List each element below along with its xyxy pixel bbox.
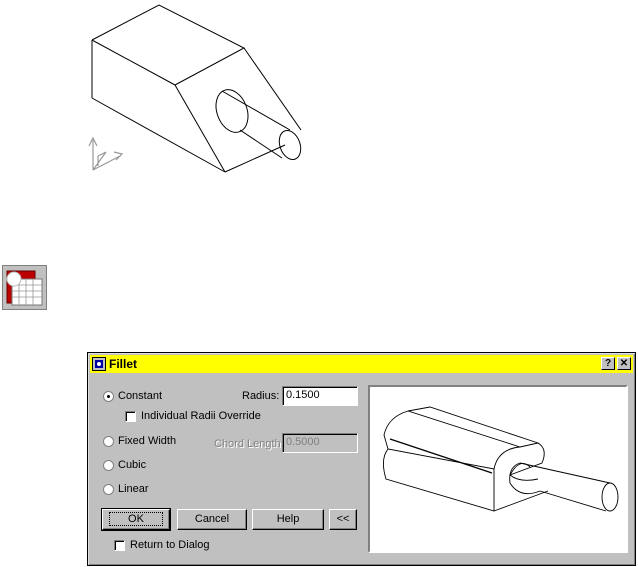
fixed-width-label: Fixed Width xyxy=(118,435,177,447)
fillet-tool-icon[interactable] xyxy=(2,265,47,310)
linear-radio[interactable] xyxy=(103,484,114,495)
ucs-axis-icon xyxy=(88,136,124,171)
cubic-radio[interactable] xyxy=(103,460,114,471)
cancel-button[interactable]: Cancel xyxy=(177,509,247,530)
ok-button-label: OK xyxy=(109,512,163,526)
app-icon xyxy=(92,357,106,371)
individual-radii-label: Individual Radii Override xyxy=(141,410,261,422)
chord-length-input: 0.5000 xyxy=(282,433,358,453)
ok-button[interactable]: OK xyxy=(101,508,171,531)
dialog-title-bar: Fillet ? ✕ xyxy=(90,355,633,373)
close-icon[interactable]: ✕ xyxy=(617,357,631,370)
dialog-title: Fillet xyxy=(109,357,138,371)
collapse-button[interactable]: << xyxy=(329,509,357,530)
linear-label: Linear xyxy=(118,483,149,495)
fillet-dialog: Fillet ? ✕ Constant Radius: 0.1500 Indiv… xyxy=(87,352,636,566)
help-icon[interactable]: ? xyxy=(601,357,615,370)
fixed-width-radio[interactable] xyxy=(103,436,114,447)
individual-radii-checkbox[interactable] xyxy=(125,411,136,422)
fillet-preview-drawing xyxy=(383,406,619,512)
fillet-preview xyxy=(368,385,628,553)
constant-label: Constant xyxy=(118,390,163,402)
radius-input[interactable]: 0.1500 xyxy=(282,386,358,406)
chord-length-label: Chord Length: xyxy=(214,438,284,450)
radius-label: Radius: xyxy=(242,390,280,402)
constant-radio[interactable] xyxy=(103,391,114,402)
cad-wireframe-model xyxy=(91,4,302,173)
help-button[interactable]: Help xyxy=(252,509,324,530)
return-to-dialog-checkbox[interactable] xyxy=(114,540,125,551)
return-to-dialog-label: Return to Dialog xyxy=(130,539,210,551)
cubic-label: Cubic xyxy=(118,459,147,471)
